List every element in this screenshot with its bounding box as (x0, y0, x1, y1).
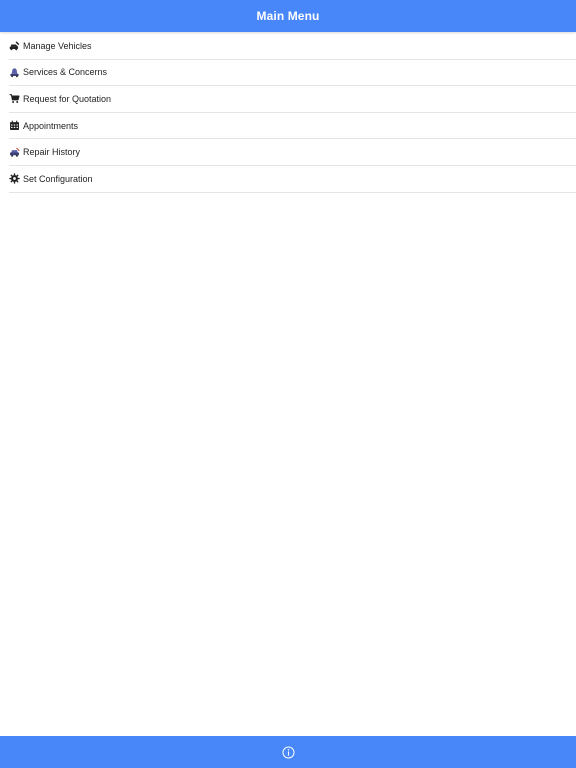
menu-item-label: Request for Quotation (23, 93, 112, 104)
menu-item-request-quotation[interactable]: Request for Quotation (9, 86, 576, 113)
menu-item-appointments[interactable]: Appointments (9, 113, 576, 140)
menu-item-label: Manage Vehicles (23, 40, 92, 51)
bell-car-icon (9, 67, 20, 78)
bottom-toolbar (0, 736, 576, 768)
app-screen: Main Menu Manage Vehicles Services & Con… (0, 0, 576, 768)
gear-icon (9, 173, 20, 184)
car-wrench-icon (9, 40, 20, 51)
top-navigation-bar: Main Menu (0, 0, 576, 32)
menu-item-manage-vehicles[interactable]: Manage Vehicles (9, 33, 576, 60)
menu-item-repair-history[interactable]: Repair History (9, 139, 576, 166)
menu-item-label: Repair History (23, 147, 81, 158)
car-history-icon (9, 147, 20, 158)
cart-icon (9, 93, 20, 104)
calendar-icon (9, 120, 20, 131)
info-icon[interactable] (281, 745, 295, 759)
menu-item-label: Services & Concerns (23, 67, 108, 78)
menu-item-label: Appointments (23, 120, 79, 131)
menu-item-services-concerns[interactable]: Services & Concerns (9, 60, 576, 87)
menu-item-set-configuration[interactable]: Set Configuration (9, 166, 576, 193)
page-title: Main Menu (256, 9, 320, 23)
main-menu-list: Manage Vehicles Services & Concerns Requ… (0, 33, 576, 193)
menu-item-label: Set Configuration (23, 173, 93, 184)
